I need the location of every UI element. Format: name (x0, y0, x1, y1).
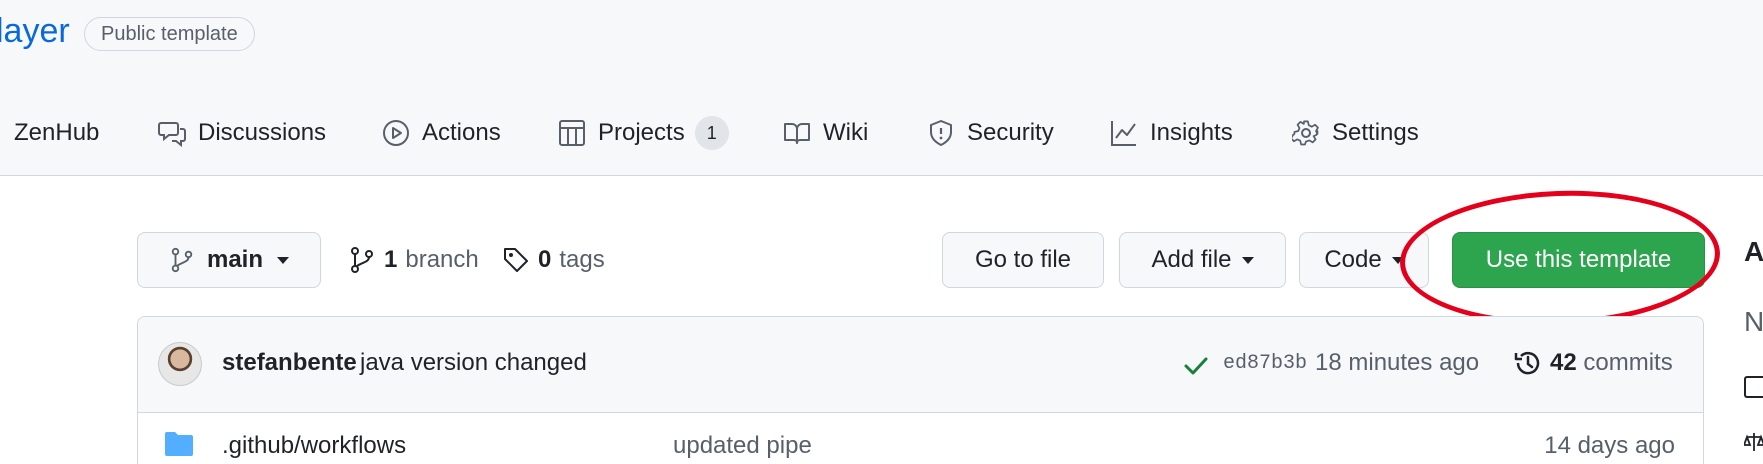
commit-author-link[interactable]: stefanbente (222, 349, 357, 377)
commit-count: 42 (1550, 349, 1577, 376)
tab-projects[interactable]: Projects 1 (558, 108, 729, 158)
chevron-down-icon (277, 256, 289, 264)
tab-wiki[interactable]: Wiki (783, 108, 868, 158)
use-this-template-button[interactable]: Use this template (1452, 232, 1705, 288)
projects-count-badge: 1 (694, 116, 729, 150)
play-icon (383, 120, 409, 146)
about-heading-fragment: A (1744, 236, 1763, 267)
chevron-down-icon (1391, 256, 1404, 264)
tab-label: ZenHub (14, 119, 100, 146)
add-file-button[interactable]: Add file (1119, 232, 1286, 288)
shield-icon (930, 120, 952, 146)
commit-time: 18 minutes ago (1315, 349, 1480, 376)
branch-name: main (206, 246, 263, 273)
readme-icon (1744, 376, 1763, 398)
latest-commit-row: stefanbente java version changed ed87b3b… (138, 317, 1703, 413)
tab-security[interactable]: Security (927, 108, 1054, 158)
check-icon[interactable] (1181, 350, 1211, 380)
branch-label: branch (405, 246, 479, 273)
file-name-link[interactable]: .github/workflows (222, 432, 406, 460)
tab-label: Wiki (823, 119, 869, 146)
gear-icon (1292, 120, 1319, 146)
tab-label: Actions (422, 119, 501, 146)
tab-label: Security (967, 119, 1054, 146)
tab-discussions[interactable]: Discussions (158, 108, 326, 158)
commit-sha-link[interactable]: ed87b3b (1223, 352, 1307, 375)
visibility-badge: Public template (84, 17, 255, 51)
tags-link[interactable]: 0 tags (502, 242, 605, 278)
git-branch-icon (171, 247, 193, 273)
history-icon[interactable] (1513, 348, 1543, 378)
use-this-template-label: Use this template (1485, 246, 1672, 273)
branch-selector-button[interactable]: main (137, 232, 321, 288)
tag-icon (504, 248, 528, 272)
chevron-down-icon (1241, 256, 1254, 264)
avatar[interactable] (158, 342, 202, 386)
tab-zenhub[interactable]: ZenHub (0, 108, 99, 158)
tab-label: Discussions (198, 119, 327, 146)
table-row: .github/workflows updated pipe 14 days a… (138, 414, 1703, 464)
table-icon (559, 120, 585, 146)
go-to-file-button[interactable]: Go to file (942, 232, 1104, 288)
tab-actions[interactable]: Actions (382, 108, 501, 158)
graph-icon (1111, 121, 1136, 146)
license-icon (1742, 428, 1763, 451)
commits-link[interactable]: 42 commits (1550, 349, 1673, 377)
tab-label: Settings (1332, 119, 1419, 146)
code-label: Code (1324, 246, 1382, 273)
repo-name-link[interactable]: layer (0, 12, 70, 51)
file-browser: stefanbente java version changed ed87b3b… (137, 316, 1704, 464)
tab-settings[interactable]: Settings (1292, 108, 1419, 158)
folder-icon (165, 432, 193, 456)
code-button[interactable]: Code (1299, 232, 1429, 288)
scale-icon (1742, 433, 1763, 451)
book-icon (784, 123, 810, 144)
add-file-label: Add file (1151, 246, 1232, 273)
tab-insights[interactable]: Insights (1110, 108, 1233, 158)
tag-count: 0 (538, 246, 552, 273)
commit-label: commits (1583, 349, 1673, 376)
commit-message-link[interactable]: java version changed (360, 349, 587, 377)
branch-count: 1 (384, 246, 398, 273)
repo-header: layer Public template ZenHub Discussions… (0, 0, 1763, 176)
tab-label: Insights (1150, 119, 1233, 146)
branches-link[interactable]: 1 branch (348, 242, 479, 278)
file-commit-link[interactable]: updated pipe (673, 432, 812, 460)
tab-label: Projects (598, 119, 685, 146)
git-branch-icon (351, 247, 373, 273)
file-time: 14 days ago (1544, 432, 1675, 459)
description-fragment: N (1744, 306, 1763, 337)
tag-label: tags (559, 246, 605, 273)
go-to-file-label: Go to file (974, 246, 1072, 273)
discussion-icon (158, 122, 186, 147)
